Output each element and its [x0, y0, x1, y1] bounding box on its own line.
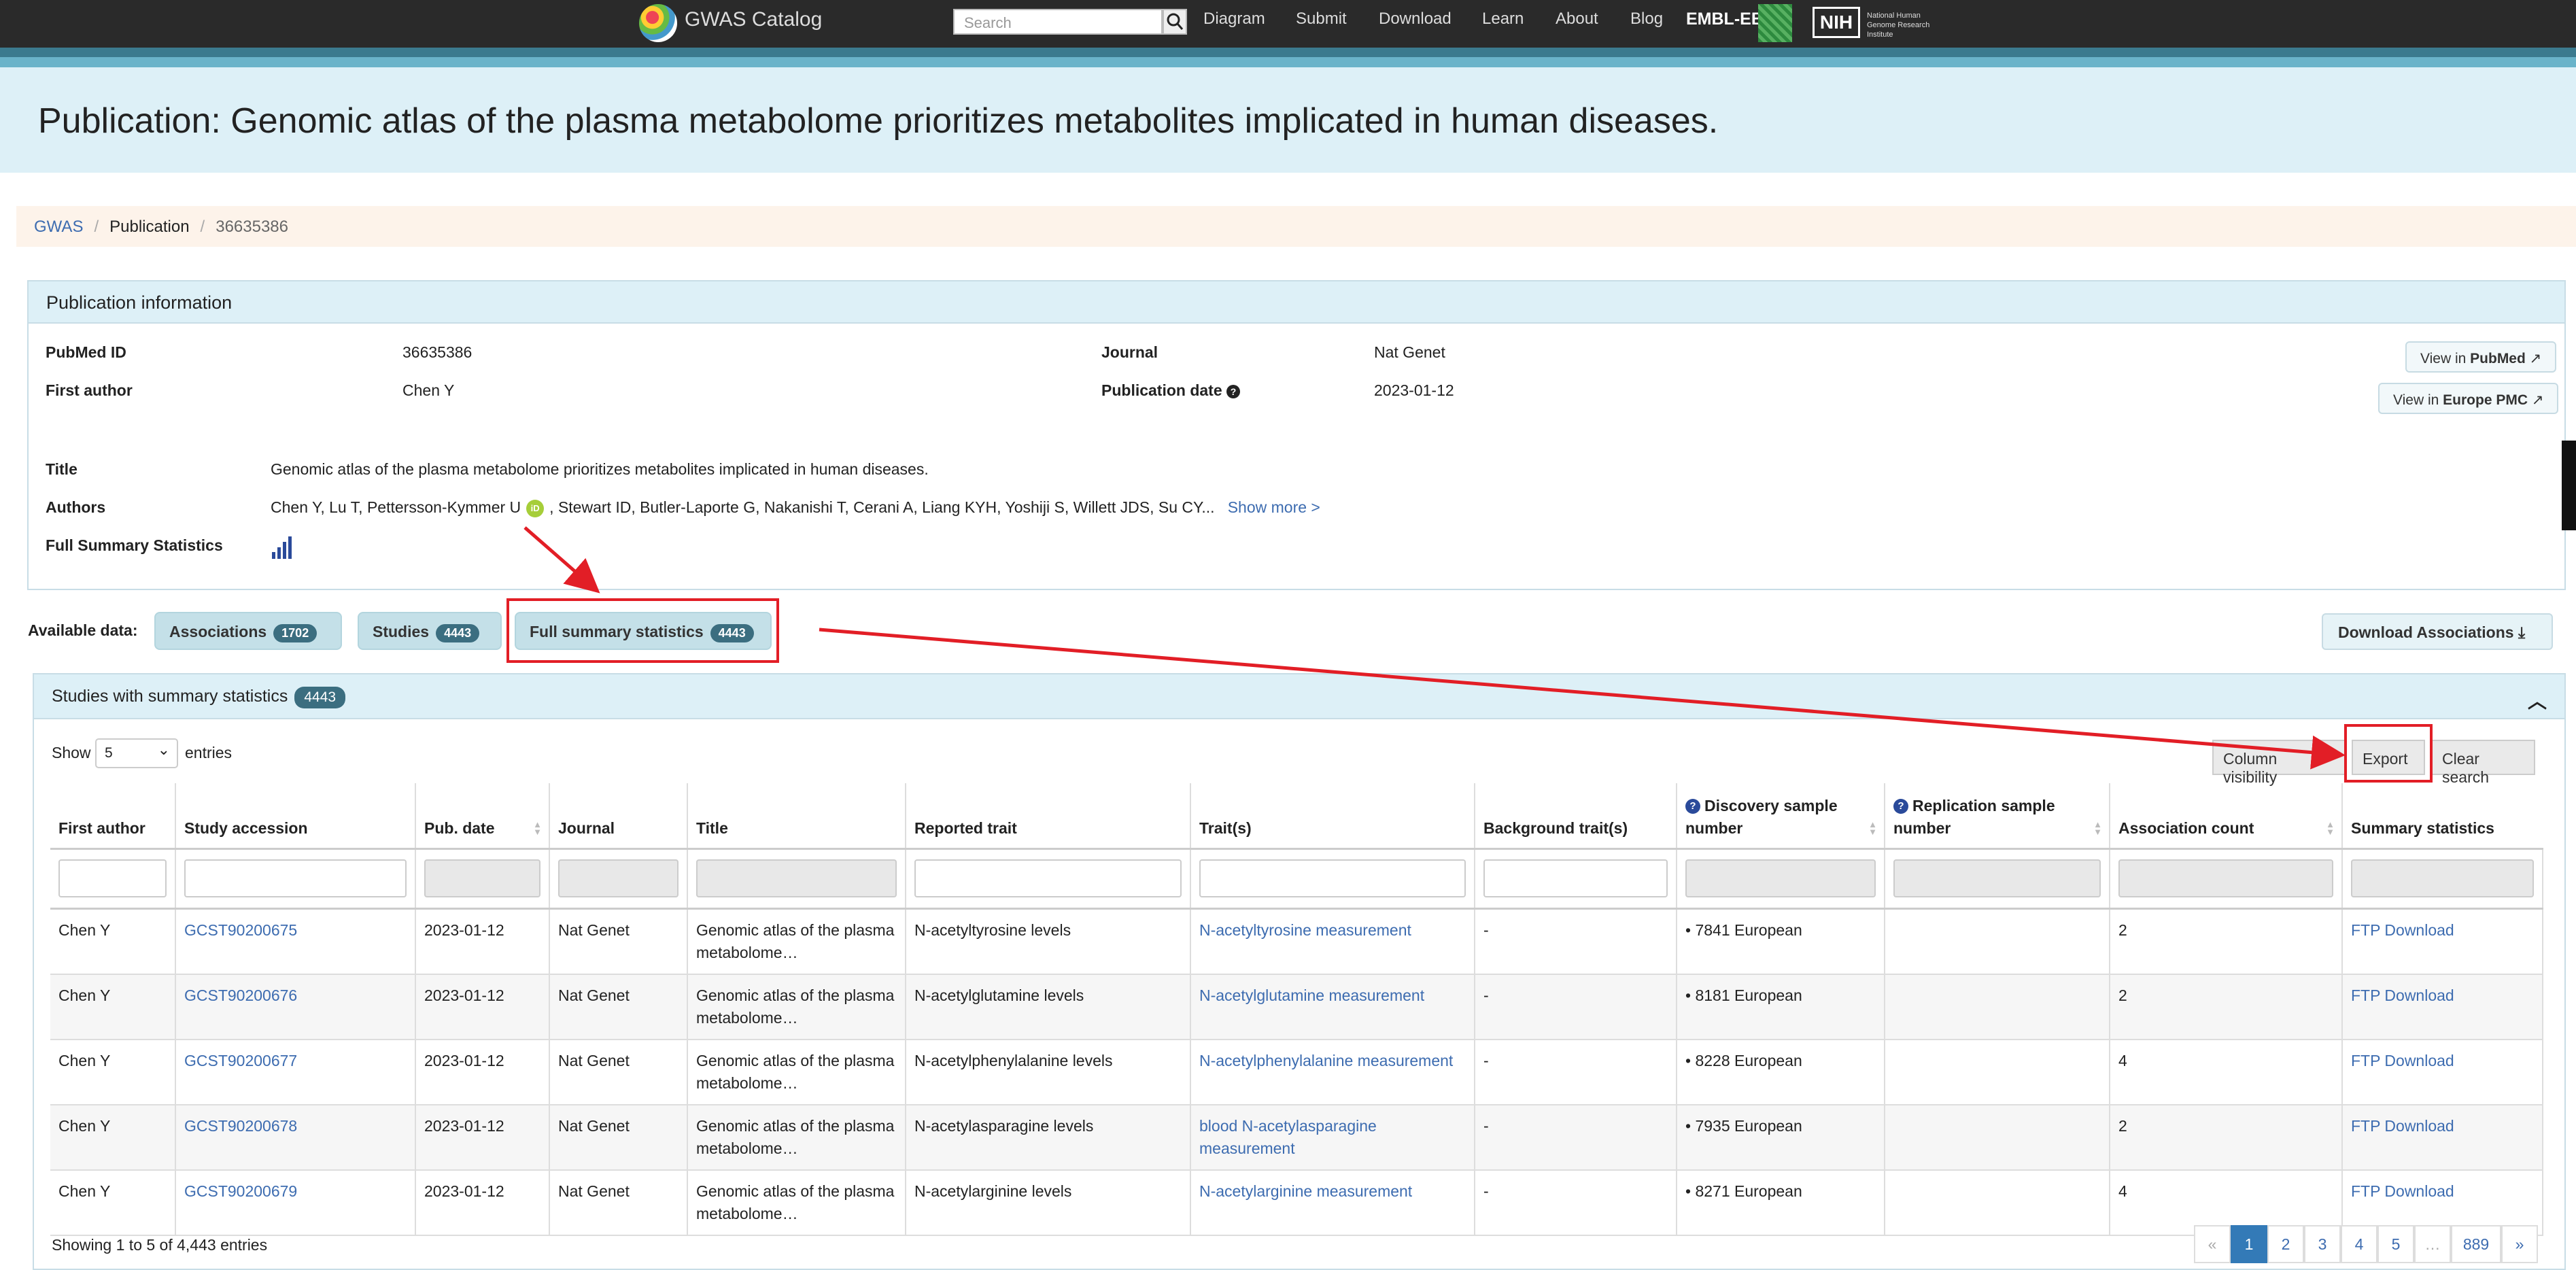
- annotation-arrow: [523, 526, 600, 594]
- annotation-arrows: [523, 526, 2346, 770]
- annotation-arrow: [819, 628, 2346, 770]
